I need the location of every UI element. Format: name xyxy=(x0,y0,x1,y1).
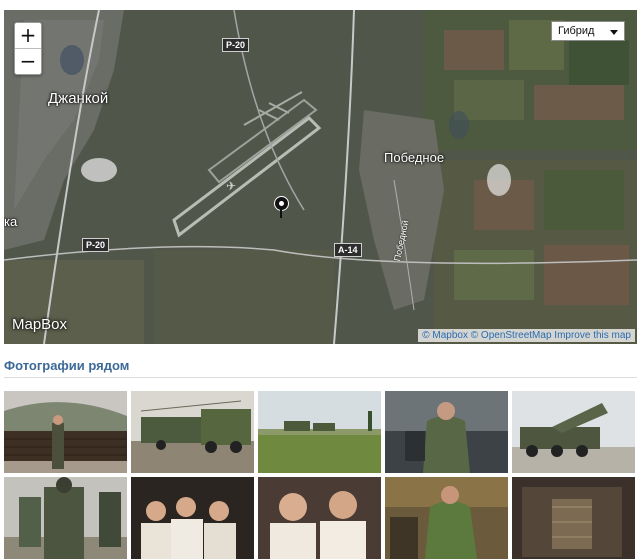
map-layer-select[interactable]: Гибрид xyxy=(551,21,625,41)
photo-thumbnail[interactable] xyxy=(385,391,508,473)
place-label-dzhankoy: Джанкой xyxy=(48,90,109,107)
photo-soldiers-in-camouflage xyxy=(4,477,127,559)
zoom-out-button[interactable]: − xyxy=(15,48,41,74)
nearby-photos-title: Фотографии рядом xyxy=(4,358,130,373)
map-pin-icon[interactable] xyxy=(274,196,289,218)
photo-soldier-in-green-uniform xyxy=(385,477,508,559)
attribution-mapbox-link[interactable]: © Mapbox xyxy=(422,330,468,341)
zoom-in-button[interactable]: + xyxy=(15,23,41,48)
section-divider xyxy=(4,377,637,378)
dropdown-caret-icon xyxy=(610,30,618,35)
zoom-control: + − xyxy=(14,22,42,75)
attribution-osm-link[interactable]: © OpenStreetMap xyxy=(471,330,552,341)
photo-thumbnail[interactable] xyxy=(4,391,127,473)
photo-thumbnail[interactable] xyxy=(4,477,127,559)
mapbox-logo[interactable]: MapBox xyxy=(12,316,67,333)
photo-thumbnail[interactable] xyxy=(512,391,635,473)
photo-thumbnail[interactable] xyxy=(131,477,254,559)
photo-military-trucks-column xyxy=(131,391,254,473)
photo-two-young-men-selfie xyxy=(258,477,381,559)
road-label-r20-west: P-20 xyxy=(82,238,110,252)
photo-group-of-young-men xyxy=(131,477,254,559)
map-attribution: © Mapbox © OpenStreetMap Improve this ma… xyxy=(418,329,635,342)
photo-thumbnail[interactable] xyxy=(131,391,254,473)
place-label-ka: ка xyxy=(4,214,18,229)
photo-rocket-launcher-truck xyxy=(512,391,635,473)
map-pin-tail xyxy=(280,208,282,218)
satellite-imagery: ✈ xyxy=(4,10,637,344)
attribution-improve-link[interactable]: Improve this map xyxy=(554,330,631,341)
road-label-a14: A-14 xyxy=(334,243,362,257)
map-layer-value: Гибрид xyxy=(558,25,595,37)
photo-soldier-by-armored-vehicle xyxy=(385,391,508,473)
photo-thumbnail[interactable] xyxy=(385,477,508,559)
photo-soldier-by-stacked-crates xyxy=(4,391,127,473)
place-label-pobednoe: Победное xyxy=(384,150,445,165)
photo-thumbnail[interactable] xyxy=(258,391,381,473)
road-label-r20-north: P-20 xyxy=(222,38,250,52)
map-view[interactable]: ✈ + − Гибрид Джанкой Победное ка P-20 P-… xyxy=(4,10,637,344)
photo-dark-interior-photo xyxy=(512,477,635,559)
photo-artillery-in-field xyxy=(258,391,381,473)
svg-text:✈: ✈ xyxy=(226,179,236,193)
photo-thumbnail[interactable] xyxy=(258,477,381,559)
photo-thumbnail[interactable] xyxy=(512,477,635,559)
